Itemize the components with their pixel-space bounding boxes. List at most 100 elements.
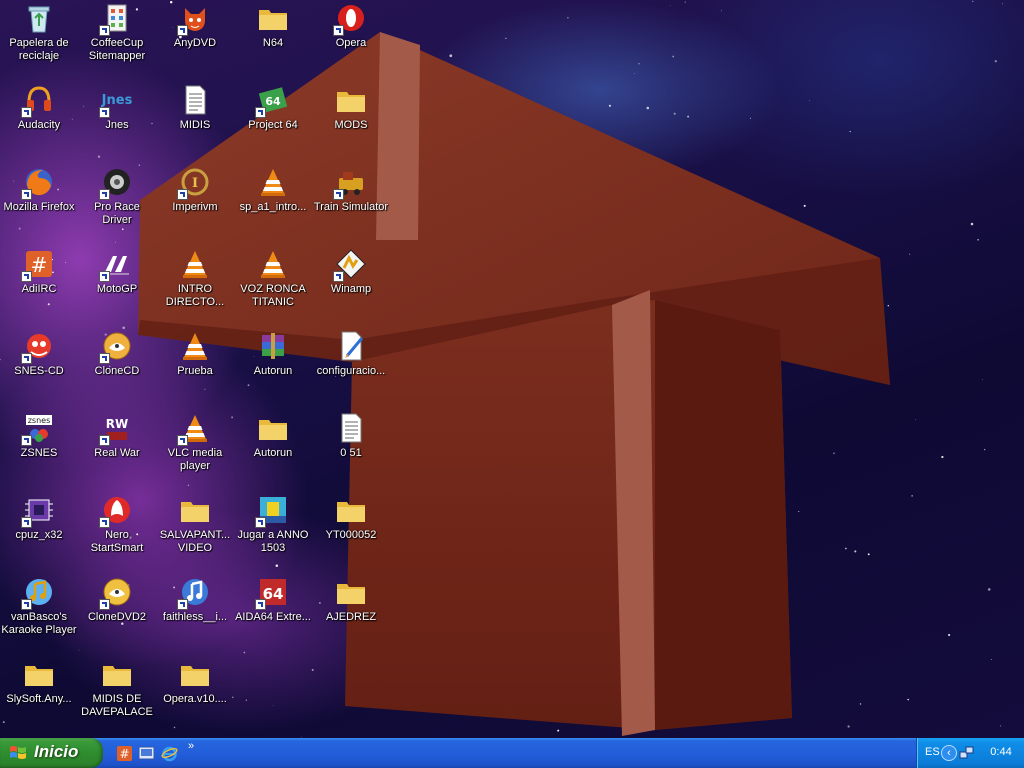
desktop-icon-faithless-i[interactable]: faithless__i... [156, 574, 234, 654]
document-edit-icon [335, 330, 367, 362]
app-racedriver-icon [99, 166, 133, 200]
desktop-icon-label: ZSNES [20, 447, 58, 459]
shortcut-arrow-icon [99, 517, 110, 528]
app-nero-icon [99, 494, 133, 528]
desktop-icon-mozilla-firefox[interactable]: Mozilla Firefox [0, 164, 78, 244]
desktop-icon-train-simulator[interactable]: Train Simulator [312, 164, 390, 244]
desktop[interactable]: Papelera de reciclaje CoffeeCup Sitemappe… [0, 0, 1024, 738]
shortcut-arrow-icon [99, 107, 110, 118]
desktop-icon-sp-a1-intro[interactable]: sp_a1_intro... [234, 164, 312, 244]
desktop-icon-label: YT000052 [325, 529, 377, 541]
tray-expand-button[interactable]: ‹ [941, 745, 957, 761]
quicklaunch-more-button[interactable]: » [188, 740, 194, 752]
show-desktop-icon[interactable] [138, 745, 155, 762]
desktop-icon-label: Real War [94, 447, 140, 459]
desktop-icon-winamp[interactable]: Winamp [312, 246, 390, 326]
desktop-icon-label: CloneDVD2 [87, 611, 147, 623]
desktop-icon-snes-cd[interactable]: SNES-CD [0, 328, 78, 408]
desktop-icon-label: configuracio... [316, 365, 386, 377]
desktop-icon-midis[interactable]: MIDIS [156, 82, 234, 162]
shortcut-arrow-icon [21, 107, 32, 118]
desktop-icon-coffeecup-sitemapper[interactable]: CoffeeCup Sitemapper [78, 0, 156, 80]
desktop-icon-label: sp_a1_intro... [239, 201, 307, 213]
language-indicator[interactable]: ES [925, 746, 940, 758]
desktop-icon-motogp[interactable]: MotoGP [78, 246, 156, 326]
shortcut-arrow-icon [21, 353, 32, 364]
app-firefox-icon [21, 166, 55, 200]
desktop-icon-autorun[interactable]: Autorun [234, 328, 312, 408]
desktop-icon-papelera-de-reciclaje[interactable]: Papelera de reciclaje [0, 0, 78, 80]
desktop-icon-voz-ronca-titanic[interactable]: VOZ RONCA TITANIC [234, 246, 312, 326]
desktop-icon-opera-v10[interactable]: Opera.v10.... [156, 656, 234, 736]
desktop-icon-clonedvd2[interactable]: CloneDVD2 [78, 574, 156, 654]
desktop-icon-real-war[interactable]: RW Real War [78, 410, 156, 490]
svg-text:I: I [192, 176, 198, 191]
desktop-icon-nero-startsmart[interactable]: Nero StartSmart [78, 492, 156, 572]
desktop-icon-autorun[interactable]: Autorun [234, 410, 312, 490]
recycle-bin-icon [23, 2, 55, 34]
desktop-icon-label: CloneCD [94, 365, 140, 377]
adiirc-quicklaunch-icon[interactable]: # [116, 745, 133, 762]
desktop-icon-label: Jugar a ANNO 1503 [237, 529, 309, 554]
desktop-icon-vanbasco-s-karaoke-player[interactable]: vanBasco's Karaoke Player [0, 574, 78, 654]
app-project64-icon: 64 [255, 84, 289, 118]
app-zsnes-icon: zsnes [21, 412, 55, 446]
desktop-icon-aida64-extre[interactable]: 64 AIDA64 Extre... [234, 574, 312, 654]
app-opera-icon [333, 2, 367, 36]
desktop-icon-label: Prueba [177, 365, 213, 377]
desktop-icon-label: Imperivm [172, 201, 218, 213]
desktop-icon-label: INTRO DIRECTO... [165, 283, 225, 308]
desktop-icon-audacity[interactable]: Audacity [0, 82, 78, 162]
desktop-icon-label: MIDIS [179, 119, 211, 131]
desktop-icon-label: Train Simulator [313, 201, 389, 213]
vlc-icon [179, 248, 211, 280]
desktop-icon-opera[interactable]: Opera [312, 0, 390, 80]
clock[interactable]: 0:44 [981, 746, 1021, 758]
desktop-icon-pro-race-driver[interactable]: Pro Race Driver [78, 164, 156, 244]
start-button[interactable]: Inicio [0, 738, 103, 768]
desktop-icon-midis-de-davepalace[interactable]: MIDIS DE DAVEPALACE [78, 656, 156, 736]
desktop-icon-imperivm[interactable]: I Imperivm [156, 164, 234, 244]
shortcut-arrow-icon [177, 599, 188, 610]
desktop-icon-configuracio[interactable]: configuracio... [312, 328, 390, 408]
desktop-icon-ajedrez[interactable]: AJEDREZ [312, 574, 390, 654]
shortcut-arrow-icon [99, 25, 110, 36]
desktop-icon-intro-directo[interactable]: INTRO DIRECTO... [156, 246, 234, 326]
desktop-icon-yt000052[interactable]: YT000052 [312, 492, 390, 572]
desktop-icon-prueba[interactable]: Prueba [156, 328, 234, 408]
folder-icon [257, 2, 289, 34]
vlc-icon [177, 412, 211, 446]
svg-text:RW: RW [106, 417, 128, 431]
shortcut-arrow-icon [255, 107, 266, 118]
folder-icon [257, 412, 289, 444]
desktop-icon-jnes[interactable]: Jnes Jnes [78, 82, 156, 162]
desktop-icon-label: faithless__i... [162, 611, 228, 623]
desktop-icon-zsnes[interactable]: zsnes ZSNES [0, 410, 78, 490]
desktop-icon-anydvd[interactable]: AnyDVD [156, 0, 234, 80]
shortcut-arrow-icon [21, 435, 32, 446]
desktop-icon-vlc-media-player[interactable]: VLC media player [156, 410, 234, 490]
app-anydvd-icon [177, 2, 211, 36]
desktop-icon-label: MotoGP [96, 283, 138, 295]
desktop-icon-n64[interactable]: N64 [234, 0, 312, 80]
desktop-icon-mods[interactable]: MODS [312, 82, 390, 162]
desktop-icon-cpuz-x32[interactable]: cpuz_x32 [0, 492, 78, 572]
desktop-icon-slysoft-any[interactable]: SlySoft.Any... [0, 656, 78, 736]
svg-text:#: # [119, 747, 129, 761]
desktop-icon-label: AnyDVD [173, 37, 217, 49]
internet-explorer-icon[interactable] [161, 745, 178, 762]
shortcut-arrow-icon [333, 271, 344, 282]
shortcut-arrow-icon [255, 599, 266, 610]
desktop-icon-label: SlySoft.Any... [6, 693, 72, 705]
desktop-icon-label: vanBasco's Karaoke Player [1, 611, 77, 636]
desktop-icon-jugar-a-anno-1503[interactable]: Jugar a ANNO 1503 [234, 492, 312, 572]
shortcut-arrow-icon [21, 599, 32, 610]
desktop-icon-clonecd[interactable]: CloneCD [78, 328, 156, 408]
shortcut-arrow-icon [21, 517, 32, 528]
desktop-icon-salvapant-video[interactable]: SALVAPANT... VIDEO [156, 492, 234, 572]
desktop-icon-adiirc[interactable]: # AdiIRC [0, 246, 78, 326]
desktop-icon-project-64[interactable]: 64 Project 64 [234, 82, 312, 162]
network-icon[interactable] [959, 745, 975, 761]
desktop-icon-0-51[interactable]: 0 51 [312, 410, 390, 490]
desktop-icon-label: MIDIS DE DAVEPALACE [81, 693, 153, 718]
